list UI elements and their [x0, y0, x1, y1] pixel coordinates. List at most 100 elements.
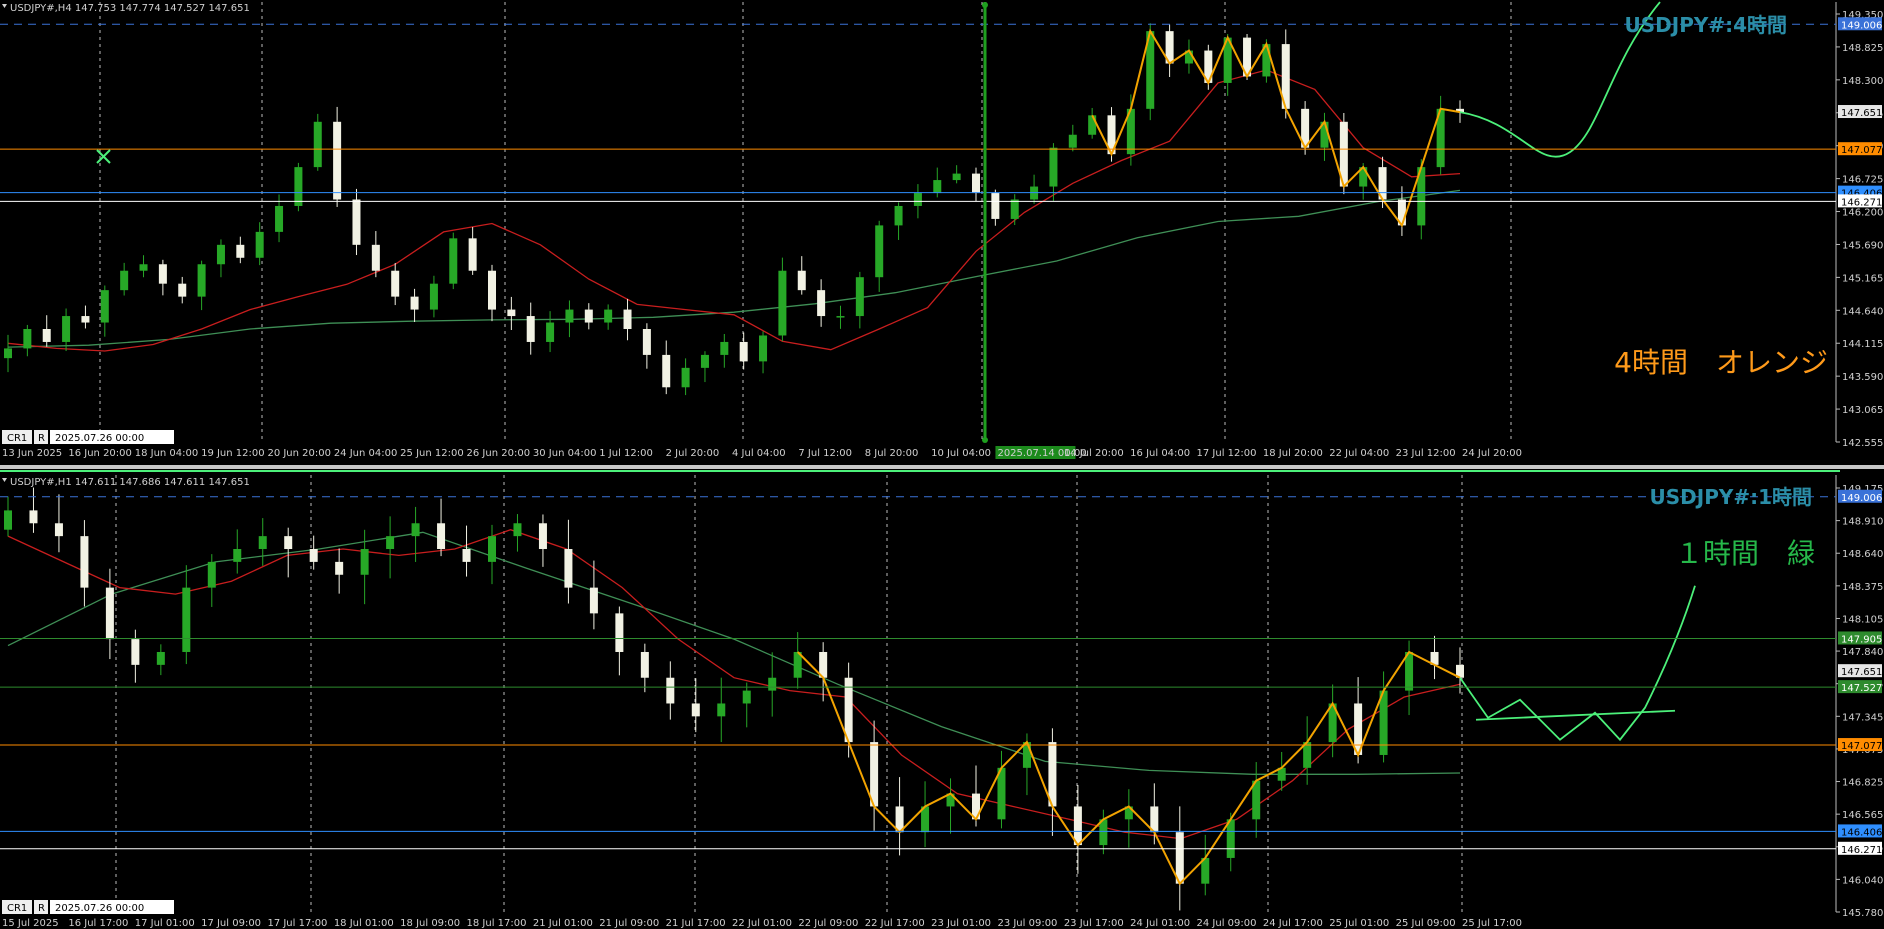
candle-body[interactable] [309, 549, 318, 562]
candle-body[interactable] [875, 225, 884, 278]
candle-body[interactable] [700, 354, 709, 368]
candle-body[interactable] [991, 193, 1000, 219]
candle-body[interactable] [391, 270, 400, 297]
cr-label[interactable]: CR1 [7, 433, 27, 444]
candle-body[interactable] [100, 290, 109, 323]
x-tick-label: 4 Jul 04:00 [732, 448, 786, 459]
candle-body[interactable] [615, 613, 624, 652]
candle-body[interactable] [666, 677, 675, 704]
candle-body[interactable] [565, 309, 574, 323]
candle-body[interactable] [526, 316, 535, 342]
cr-label[interactable]: CR1 [7, 903, 27, 914]
candle-body[interactable] [333, 121, 342, 200]
candle-body[interactable] [913, 193, 922, 206]
candle-body[interactable] [952, 173, 961, 181]
candle-body[interactable] [23, 329, 32, 349]
candle-body[interactable] [139, 264, 148, 271]
candle-body[interactable] [105, 587, 114, 640]
marker-handle-bottom[interactable] [982, 437, 988, 443]
candle-body[interactable] [284, 536, 293, 550]
candle-body[interactable] [429, 283, 438, 310]
candle-body[interactable] [488, 270, 496, 310]
candle-body[interactable] [80, 536, 89, 588]
candle-body[interactable] [1088, 115, 1097, 135]
candle-body[interactable] [623, 309, 632, 330]
candle-body[interactable] [410, 296, 419, 310]
candle-body[interactable] [54, 523, 63, 537]
candle-body[interactable] [313, 121, 322, 168]
candle-body[interactable] [836, 316, 845, 318]
candle-body[interactable] [62, 316, 71, 342]
candle-body[interactable] [759, 335, 768, 362]
candle-body[interactable] [488, 536, 496, 562]
candle-body[interactable] [4, 510, 12, 530]
candle-body[interactable] [1068, 134, 1077, 148]
candle-body[interactable] [855, 277, 864, 317]
candle-body[interactable] [156, 651, 165, 665]
candle-body[interactable] [778, 270, 787, 336]
x-tick-label: 22 Jul 09:00 [798, 918, 858, 929]
candle-body[interactable] [584, 309, 593, 323]
candle-body[interactable] [564, 549, 573, 588]
candle-body[interactable] [335, 561, 344, 575]
candle-body[interactable] [233, 549, 242, 562]
candle-body[interactable] [216, 244, 225, 265]
candle-body[interactable] [360, 549, 369, 575]
candle-body[interactable] [972, 173, 980, 194]
r-label[interactable]: R [38, 433, 45, 444]
candle-body[interactable] [513, 523, 522, 537]
bottom-left-controls[interactable]: CR1 R 2025.07.26 00:00 [2, 430, 174, 444]
candle-body[interactable] [538, 523, 547, 550]
candle-body[interactable] [817, 290, 826, 317]
candle-body[interactable] [720, 341, 729, 355]
candle-body[interactable] [294, 167, 303, 206]
candle-body[interactable] [386, 536, 395, 550]
candle-body[interactable] [691, 703, 700, 717]
candle-body[interactable] [42, 329, 51, 342]
candle-body[interactable] [131, 639, 140, 665]
candle-body[interactable] [255, 231, 264, 258]
candle-body[interactable] [120, 270, 129, 291]
candle-body[interactable] [462, 549, 471, 562]
candle-body[interactable] [437, 523, 446, 550]
candle-body[interactable] [640, 651, 649, 678]
candle-body[interactable] [275, 205, 284, 232]
candle-body[interactable] [894, 205, 903, 226]
candle-body[interactable] [546, 322, 555, 342]
candle-body[interactable] [352, 199, 361, 245]
candle-body[interactable] [604, 309, 613, 323]
candle-body[interactable] [1049, 147, 1058, 187]
candle-body[interactable] [158, 264, 167, 284]
candle-body[interactable] [589, 587, 598, 614]
candle-body[interactable] [449, 238, 458, 284]
candle-body[interactable] [178, 283, 187, 297]
candle-body[interactable] [739, 341, 748, 362]
candle-body[interactable] [81, 316, 90, 323]
candle-body[interactable] [411, 523, 420, 537]
panel-separator[interactable] [0, 465, 1884, 472]
candle-body[interactable] [933, 180, 942, 194]
candle-body[interactable] [258, 536, 267, 550]
date-box-label[interactable]: 2025.07.26 00:00 [55, 433, 144, 444]
candle-body[interactable] [207, 561, 216, 588]
candle-body[interactable] [797, 270, 806, 291]
candle-body[interactable] [4, 348, 12, 359]
candle-body[interactable] [371, 244, 380, 271]
candle-body[interactable] [29, 510, 38, 524]
candle-body[interactable] [197, 264, 206, 297]
bottom-left-controls[interactable]: CR1 R 2025.07.26 00:00 [2, 900, 174, 914]
candle-body[interactable] [681, 367, 690, 388]
candle-body[interactable] [182, 587, 191, 652]
candle-body[interactable] [1010, 199, 1019, 219]
candle-body[interactable] [236, 244, 245, 258]
candle-body[interactable] [642, 329, 651, 355]
candle-body[interactable] [742, 690, 751, 704]
candle-body[interactable] [662, 354, 671, 388]
date-box-label[interactable]: 2025.07.26 00:00 [55, 903, 144, 914]
marker-handle-top[interactable] [982, 2, 988, 8]
candle-body[interactable] [768, 677, 777, 691]
candle-body[interactable] [507, 309, 516, 317]
candle-body[interactable] [717, 703, 726, 717]
r-label[interactable]: R [38, 903, 45, 914]
candle-body[interactable] [468, 238, 477, 271]
